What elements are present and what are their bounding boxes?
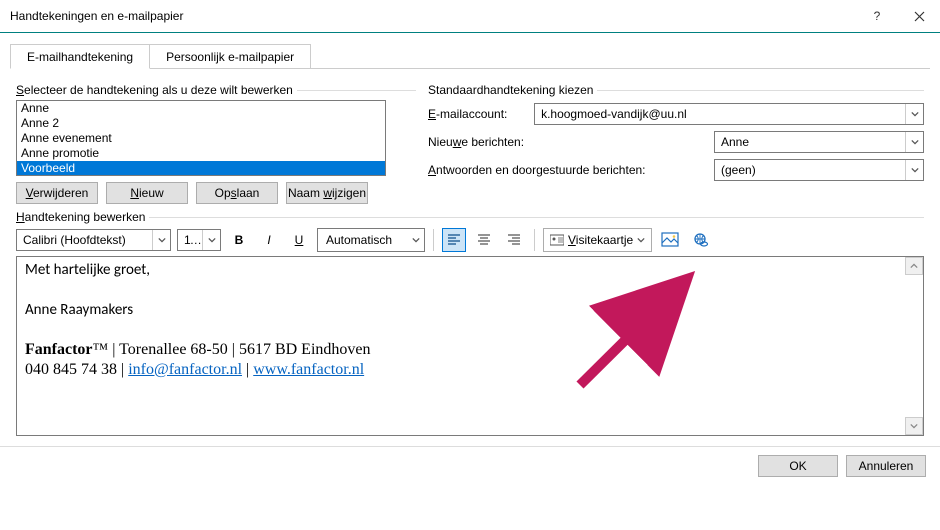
web-link[interactable]: www.fanfactor.nl [253, 361, 364, 378]
ok-button[interactable]: OK [758, 455, 838, 477]
dialog-footer: OK Annuleren [0, 446, 940, 485]
tab-strip: E-mailhandtekening Persoonlijk e-mailpap… [10, 43, 930, 69]
new-messages-combo[interactable]: Anne [714, 131, 924, 153]
business-card-label: Visitekaartje [568, 233, 633, 247]
replies-label: Antwoorden en doorgestuurde berichten: [428, 163, 646, 177]
chevron-down-icon [152, 230, 170, 250]
email-link[interactable]: info@fanfactor.nl [128, 361, 242, 378]
format-toolbar: Calibri (Hoofdtekst) 11 B I U Automatisc… [16, 228, 924, 252]
list-item[interactable]: Anne 2 [17, 116, 385, 131]
bold-button[interactable]: B [227, 228, 251, 252]
toolbar-separator [534, 229, 535, 251]
align-right-icon [507, 234, 521, 246]
italic-button[interactable]: I [257, 228, 281, 252]
insert-hyperlink-button[interactable] [688, 228, 712, 252]
editor-line: Met hartelijke groet, [25, 261, 915, 279]
list-item-selected[interactable]: Voorbeeld [17, 161, 385, 176]
new-button[interactable]: Nieuw [106, 182, 188, 204]
editor-line: Anne Raaymakers [25, 301, 915, 319]
hyperlink-icon [691, 232, 709, 248]
scroll-up-button[interactable] [905, 257, 923, 275]
new-messages-value: Anne [715, 135, 905, 149]
editor-line: Fanfactor™ | Torenallee 68-50 | 5617 BD … [25, 341, 915, 359]
replies-value: (geen) [715, 163, 905, 177]
align-left-icon [447, 234, 461, 246]
signature-editor[interactable]: Met hartelijke groet, Anne Raaymakers Fa… [16, 256, 924, 436]
font-size-value: 11 [178, 233, 202, 247]
font-size-combo[interactable]: 11 [177, 229, 221, 251]
email-account-combo[interactable]: k.hoogmoed-vandijk@uu.nl [534, 103, 924, 125]
picture-icon [661, 232, 679, 248]
tab-email-signature[interactable]: E-mailhandtekening [10, 44, 150, 69]
cancel-button[interactable]: Annuleren [846, 455, 926, 477]
select-signature-label: SSelecteer de handtekening als u deze wi… [16, 83, 293, 97]
font-color-combo[interactable]: Automatisch [317, 228, 425, 252]
titlebar: Handtekeningen en e-mailpapier ? [0, 0, 940, 33]
font-value: Calibri (Hoofdtekst) [17, 233, 152, 247]
right-column: Standaardhandtekening kiezen E-mailaccou… [428, 77, 924, 204]
signature-listbox[interactable]: Anne Anne 2 Anne evenement Anne promotie… [16, 100, 386, 176]
business-card-button[interactable]: Visitekaartje [543, 228, 652, 252]
chevron-down-icon [905, 104, 923, 124]
align-left-button[interactable] [442, 228, 466, 252]
align-center-icon [477, 234, 491, 246]
content: SSelecteer de handtekening als u deze wi… [0, 69, 940, 446]
business-card-icon [550, 234, 564, 246]
list-item[interactable]: Anne evenement [17, 131, 385, 146]
chevron-down-icon [905, 132, 923, 152]
scroll-down-button[interactable] [905, 417, 923, 435]
chevron-down-icon [202, 230, 220, 250]
font-color-value: Automatisch [322, 233, 412, 247]
save-button[interactable]: Opslaan [196, 182, 278, 204]
list-item[interactable]: Anne promotie [17, 146, 385, 161]
tab-stationery-label: Persoonlijk e-mailpapier [166, 50, 294, 64]
help-button[interactable]: ? [856, 0, 898, 32]
font-combo[interactable]: Calibri (Hoofdtekst) [16, 229, 171, 251]
chevron-down-icon [637, 236, 645, 244]
toolbar-separator [433, 229, 434, 251]
email-account-label: E-mailaccount: [428, 107, 524, 121]
dialog-title: Handtekeningen en e-mailpapier [10, 9, 856, 23]
email-account-value: k.hoogmoed-vandijk@uu.nl [535, 107, 905, 121]
rename-button[interactable]: Naam wijzigen [286, 182, 368, 204]
chevron-down-icon [412, 233, 420, 247]
left-column: SSelecteer de handtekening als u deze wi… [16, 77, 416, 204]
tab-stationery[interactable]: Persoonlijk e-mailpapier [150, 44, 311, 69]
chevron-down-icon [905, 160, 923, 180]
insert-picture-button[interactable] [658, 228, 682, 252]
close-button[interactable] [898, 0, 940, 32]
replies-combo[interactable]: (geen) [714, 159, 924, 181]
edit-signature-label: Handtekening bewerken [16, 210, 145, 224]
underline-button[interactable]: U [287, 228, 311, 252]
tab-email-signature-label: E-mailhandtekening [27, 50, 133, 64]
new-messages-label: Nieuwe berichten: [428, 135, 524, 149]
align-right-button[interactable] [502, 228, 526, 252]
default-group-label: Standaardhandtekening kiezen [428, 83, 593, 97]
align-center-button[interactable] [472, 228, 496, 252]
delete-button[interactable]: Verwijderen [16, 182, 98, 204]
list-item[interactable]: Anne [17, 101, 385, 116]
editor-line: 040 845 74 38 | info@fanfactor.nl | www.… [25, 361, 915, 379]
